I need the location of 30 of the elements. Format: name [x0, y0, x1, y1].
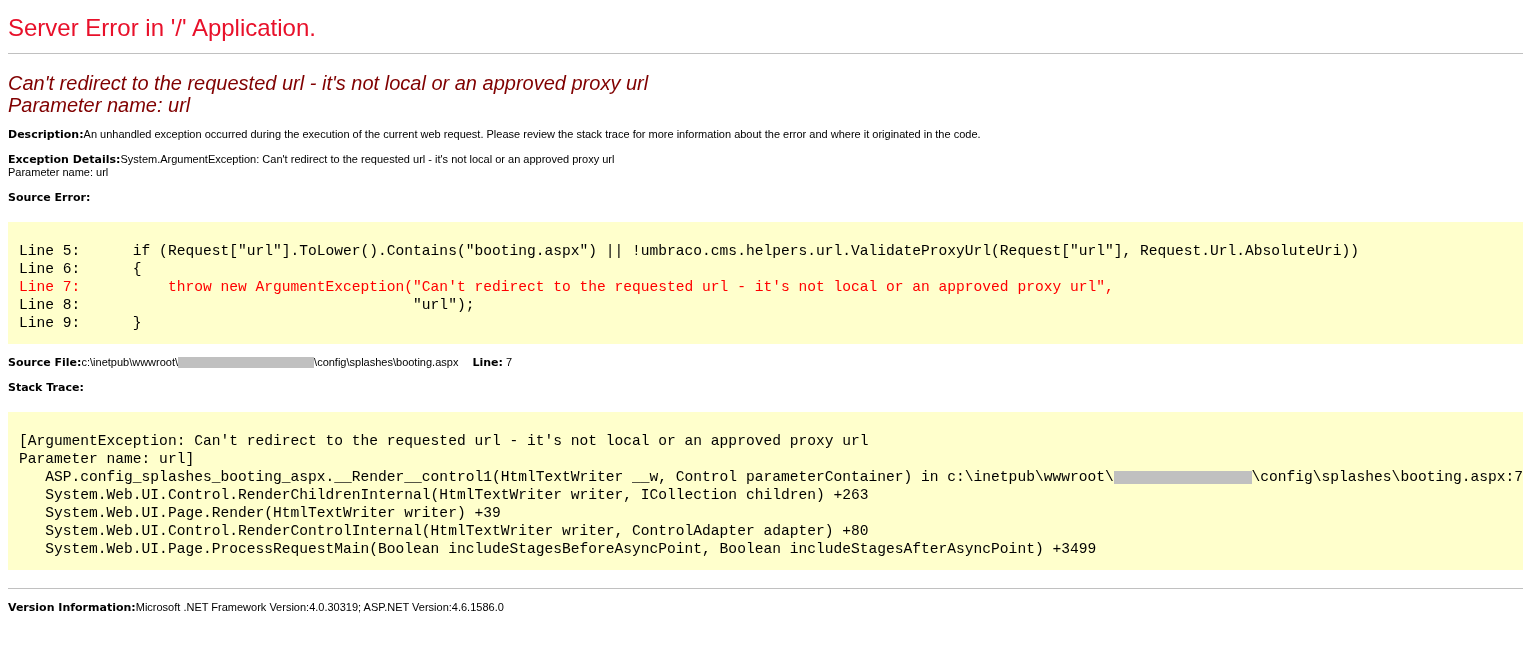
source-error-label: Source Error:: [8, 191, 91, 204]
source-code-line: Line 5: if (Request["url"].ToLower().Contains("booting.aspx") || !umbraco.cms.helpers.url.ValidateProxyUrl(Request["url"], Request.Url.AbsoluteUri)): [19, 242, 1360, 260]
error-heading: Parameter name: url: [8, 94, 192, 116]
line-label: Line:: [472, 356, 503, 369]
version-information-label: Version Information:: [8, 601, 136, 614]
stack-trace-label: Stack Trace:: [8, 381, 84, 394]
exception-details-label: Exception Details:: [8, 153, 121, 166]
exception-details-text: System.ArgumentException: Can't redirect to the requested url - it's not local or an approved proxy url: [120, 153, 615, 165]
description-label: Description:: [8, 128, 84, 141]
source-code-line: Line 7: throw new ArgumentException("Can't redirect to the requested url - it's not local or an approved proxy url",: [19, 278, 1115, 296]
line-number: 7: [505, 356, 512, 369]
stack-trace-line: System.Web.UI.Page.Render(HtmlTextWriter writer) +39: [44, 504, 501, 522]
version-information-text: Microsoft .NET Framework Version:4.0.30319; ASP.NET Version:4.6.1586.0: [135, 601, 504, 613]
stack-trace-line: [ArgumentException: Can't redirect to the requested url - it's not local or an approved proxy url: [19, 432, 869, 450]
page-title: Server Error in '/' Application.: [8, 13, 317, 42]
source-file-label: Source File:: [8, 356, 82, 369]
stack-trace-line: ASP.config_splashes_booting_aspx.__Render__control1(HtmlTextWriter __w, Control parameterContainer) in c:\inetpub\wwwroot\: [44, 468, 1114, 486]
stack-trace-line: System.Web.UI.Control.RenderControlInternal(HtmlTextWriter writer, ControlAdapter adapter) +80: [44, 522, 869, 540]
source-file-path: \config\splashes\booting.aspx: [314, 356, 459, 369]
source-file-path: c:\inetpub\wwwroot\: [81, 356, 179, 369]
stack-trace-line: System.Web.UI.Control.RenderChildrenInternal(HtmlTextWriter writer, ICollection children) +263: [44, 486, 869, 504]
stack-trace-line: \config\splashes\booting.aspx:7: [1251, 468, 1523, 486]
stack-trace-line: System.Web.UI.Page.ProcessRequestMain(Boolean includeStagesBeforeAsyncPoint, Boolean includeStagesAfterAsyncPoint) +3499: [44, 540, 1097, 558]
source-code-line: Line 6: {: [19, 260, 143, 278]
description-text: An unhandled exception occurred during the execution of the current web request. Please review the stack trace for more information about the error and where it originated in the code.: [83, 128, 981, 140]
error-heading: Can't redirect to the requested url - it's not local or an approved proxy url: [8, 72, 650, 94]
exception-parameter-text: Parameter name: url: [8, 166, 110, 179]
stack-trace-line: Parameter name: url]: [19, 450, 195, 468]
source-code-line: Line 8: "url");: [19, 296, 476, 314]
source-code-line: Line 9: }: [19, 314, 143, 332]
